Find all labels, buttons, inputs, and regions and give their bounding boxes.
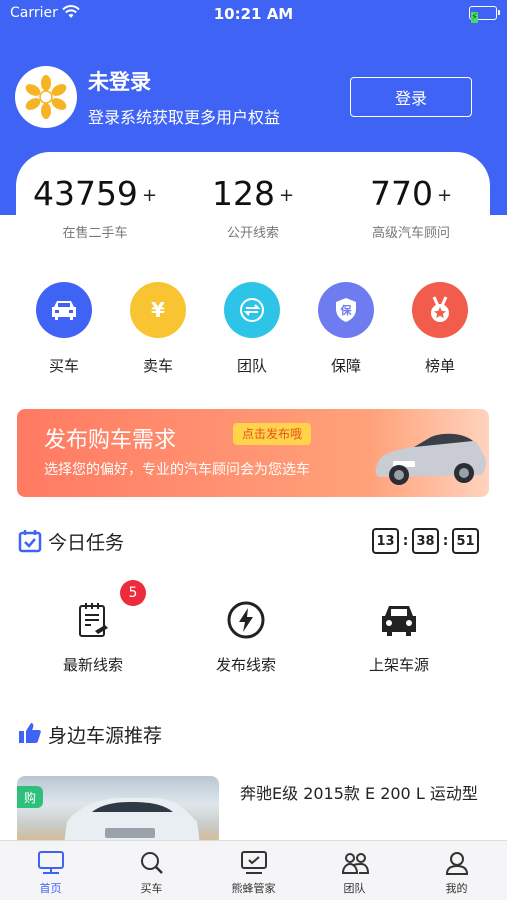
stat-public-leads[interactable]: 128 + 公开线索	[174, 174, 332, 241]
tab-label: 熊蜂管家	[231, 882, 276, 895]
tab-label: 我的	[445, 882, 468, 895]
user-name: 未登录	[88, 70, 151, 94]
stat-suffix: +	[141, 185, 158, 206]
countdown-timer: 13 : 38 : 51	[372, 528, 479, 554]
tab-label: 买车	[140, 882, 163, 895]
car-listing-title[interactable]: 奔驰E级 2015款 E 200 L 运动型	[240, 780, 495, 807]
tab-label: 团队	[343, 882, 366, 895]
lightning-icon	[224, 598, 268, 642]
daily-tasks-title: 今日任务	[48, 532, 125, 554]
category-sell-car[interactable]: ¥ 卖车	[111, 282, 205, 376]
search-icon	[138, 849, 166, 877]
stat-label: 高级汽车顾问	[371, 226, 450, 241]
stat-suffix: +	[436, 185, 453, 206]
timer-separator: :	[442, 533, 449, 549]
tab-team[interactable]: 团队	[304, 849, 405, 896]
tab-profile[interactable]: 我的	[406, 849, 507, 896]
category-label: 保障	[330, 357, 361, 375]
timer-minutes: 38	[412, 528, 439, 554]
profile-icon	[443, 849, 471, 877]
status-bar: Carrier 10:21 AM ⚡	[0, 0, 507, 28]
tab-buy-car[interactable]: 买车	[101, 849, 202, 896]
stat-cars-for-sale[interactable]: 43759 + 在售二手车	[16, 174, 174, 241]
screen-check-icon	[240, 849, 268, 877]
stat-suffix: +	[278, 185, 295, 206]
login-button[interactable]: 登录	[350, 77, 472, 117]
notification-badge: 5	[120, 580, 146, 606]
category-ranking[interactable]: 榜单	[393, 282, 487, 376]
timer-seconds: 51	[452, 528, 479, 554]
timer-separator: :	[402, 533, 409, 549]
task-label: 上架车源	[368, 656, 429, 674]
clipboard-icon	[71, 598, 115, 642]
category-guarantee[interactable]: 保 保障	[299, 282, 393, 376]
car-photo-image	[63, 798, 201, 846]
post-request-banner[interactable]: 发布购车需求 点击发布哦 选择您的偏好，专业的汽车顾问会为您选车	[17, 409, 489, 497]
banner-tag[interactable]: 点击发布哦	[233, 423, 312, 445]
category-buy-car[interactable]: 买车	[17, 282, 111, 376]
monitor-icon	[37, 849, 65, 877]
tab-label: 首页	[39, 882, 62, 895]
stat-label: 在售二手车	[62, 226, 128, 241]
car-thumbnail[interactable]: 购	[17, 776, 219, 846]
stat-value: 128	[211, 174, 275, 213]
tab-home[interactable]: 首页	[0, 849, 101, 896]
nearby-recommend-title: 身边车源推荐	[48, 725, 163, 747]
user-description: 登录系统获取更多用户权益	[88, 108, 281, 127]
shield-icon: 保	[318, 282, 374, 338]
stats-card: 43759 + 在售二手车 128 + 公开线索 770 + 高级汽车顾问	[16, 152, 490, 262]
timer-hours: 13	[372, 528, 399, 554]
svg-text:保: 保	[340, 303, 353, 317]
banner-title: 发布购车需求	[44, 428, 177, 453]
stat-value: 770	[369, 174, 433, 213]
stat-car-advisors[interactable]: 770 + 高级汽车顾问	[332, 174, 490, 241]
task-label: 最新线索	[62, 656, 123, 674]
task-list-car[interactable]: 上架车源	[339, 598, 459, 675]
convertible-car-image	[375, 433, 486, 485]
charging-icon: ⚡	[471, 12, 479, 23]
bee-logo-icon	[25, 75, 67, 119]
task-post-lead[interactable]: 发布线索	[186, 598, 306, 675]
tab-bee-butler[interactable]: 熊蜂管家	[203, 849, 304, 896]
category-label: 榜单	[424, 357, 455, 375]
category-label: 团队	[236, 357, 267, 375]
category-team[interactable]: 团队	[205, 282, 299, 376]
car-tag: 购	[17, 786, 43, 808]
category-label: 卖车	[142, 357, 173, 375]
exchange-icon	[224, 282, 280, 338]
medal-icon	[412, 282, 468, 338]
thumbs-up-icon	[18, 722, 42, 748]
calendar-check-icon	[18, 529, 42, 557]
task-latest-leads[interactable]: 最新线索	[33, 598, 153, 675]
banner-subtitle: 选择您的偏好，专业的汽车顾问会为您选车	[44, 462, 310, 478]
car-icon	[36, 282, 92, 338]
avatar[interactable]	[15, 66, 77, 128]
team-icon	[341, 849, 369, 877]
stat-value: 43759	[32, 174, 138, 213]
yen-icon: ¥	[130, 282, 186, 338]
tab-bar: 首页 买车 熊蜂管家 团队 我的	[0, 840, 507, 900]
task-label: 发布线索	[215, 656, 276, 674]
clock: 10:21 AM	[213, 5, 294, 23]
car-front-icon	[377, 598, 421, 642]
battery-icon: ⚡	[469, 6, 500, 23]
category-label: 买车	[48, 357, 79, 375]
stat-label: 公开线索	[226, 226, 279, 241]
